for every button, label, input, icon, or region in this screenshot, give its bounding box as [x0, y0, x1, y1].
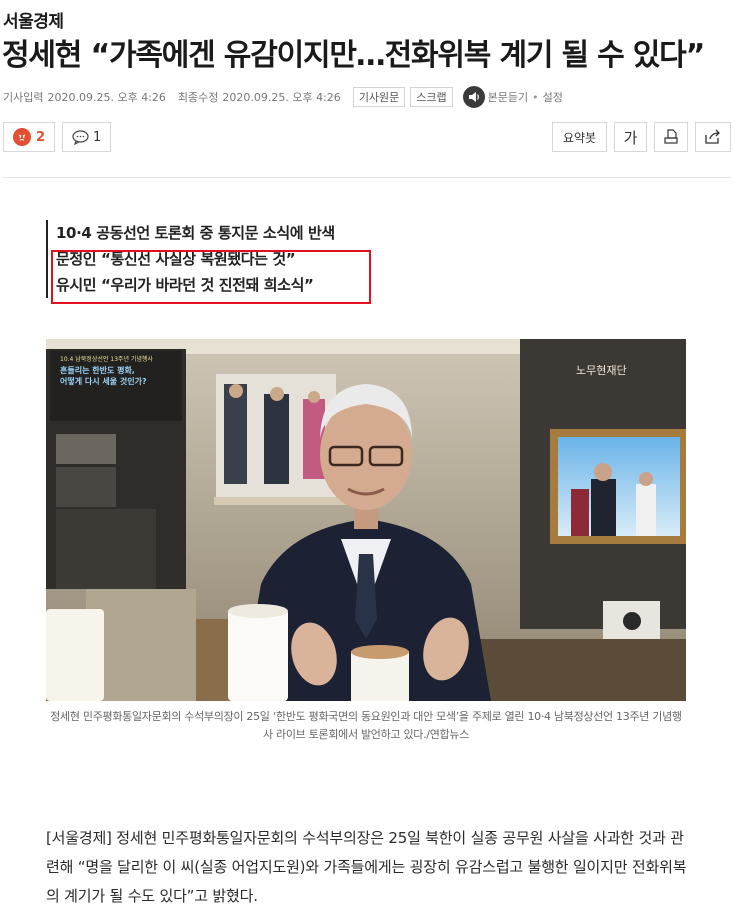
banner-line3: 어떻게 다시 세울 것인가?	[60, 376, 147, 386]
article-meta: 기사입력 2020.09.25. 오후 4:26 최종수정 2020.09.25…	[3, 86, 563, 108]
listen-button[interactable]: 본문듣기	[488, 89, 528, 105]
original-article-button[interactable]: 기사원문	[352, 87, 406, 107]
meta-separator: •	[532, 90, 539, 104]
share-icon	[704, 129, 722, 145]
angry-face-icon	[13, 128, 31, 146]
photo-caption: 정세현 민주평화통일자문회의 수석부의장이 25일 ‘한반도 평화국면의 동요원…	[50, 710, 682, 741]
published-date: 2020.09.25. 오후 4:26	[47, 91, 166, 104]
article-headline: 정세현 “가족에겐 유감이지만…전화위복 계기 될 수 있다”	[2, 38, 705, 73]
reaction-bar: 2 1	[3, 122, 112, 152]
modified-date: 2020.09.25. 오후 4:26	[222, 91, 341, 104]
print-button[interactable]	[654, 122, 688, 152]
article-photo[interactable]: 10.4 남북정상선언 13주년 기념행사 흔들리는 한반도 평화, 어떻게 다…	[46, 339, 686, 701]
comment-icon	[72, 129, 93, 145]
scrap-button[interactable]: 스크랩	[410, 87, 453, 107]
comment-count: 1	[93, 129, 102, 145]
banner-line1: 10.4 남북정상선언 13주년 기념행사	[60, 355, 153, 363]
modified-label: 최종수정	[177, 91, 219, 104]
photo-watermark: 노무현재단	[576, 364, 627, 377]
angry-count: 2	[36, 129, 46, 145]
share-button[interactable]	[695, 122, 731, 152]
summary-bot-button[interactable]: 요약봇	[552, 122, 607, 152]
article-tools: 요약봇 가	[552, 122, 731, 152]
comment-button[interactable]: 1	[62, 122, 112, 152]
angry-reaction-button[interactable]: 2	[3, 122, 56, 152]
banner-line2: 흔들리는 한반도 평화,	[60, 365, 135, 375]
publisher-logo[interactable]: 서울경제	[3, 7, 64, 32]
highlight-box	[51, 250, 371, 304]
subhead-line: 10·4 공동선언 토론회 중 통지문 소식에 반색	[56, 224, 335, 242]
header-divider	[3, 177, 731, 178]
speaker-icon[interactable]	[462, 86, 485, 108]
settings-link[interactable]: 설정	[543, 89, 563, 105]
article-body: [서울경제] 정세현 민주평화통일자문회의 수석부의장은 25일 북한이 실종 …	[46, 829, 687, 905]
font-size-button[interactable]: 가	[614, 122, 647, 152]
print-icon	[663, 129, 679, 145]
published-label: 기사입력	[3, 91, 44, 104]
